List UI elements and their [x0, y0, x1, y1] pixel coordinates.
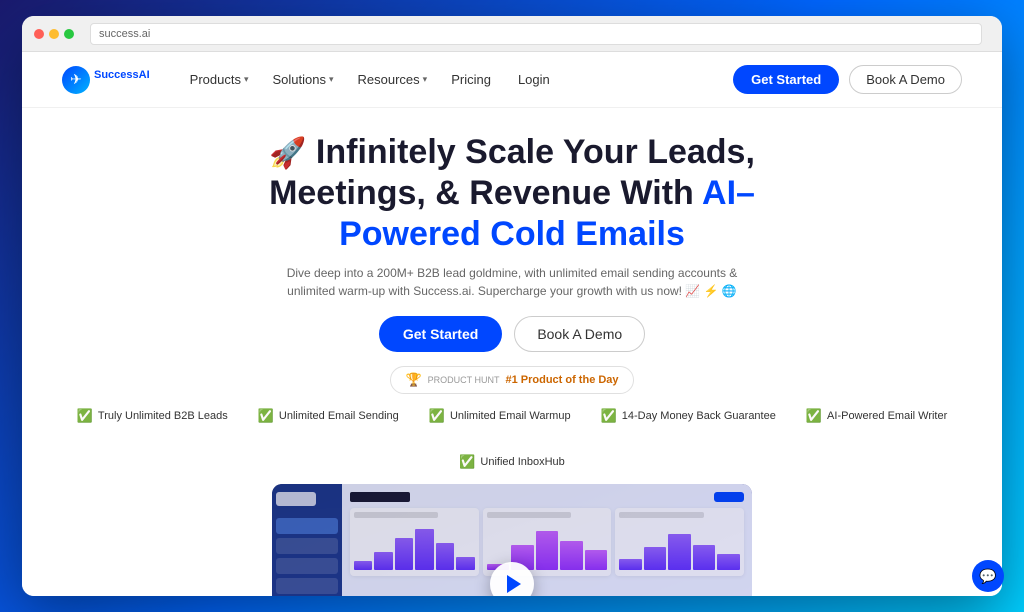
rocket-emoji: 🚀	[269, 137, 306, 170]
nav-products[interactable]: Products	[190, 72, 249, 87]
dash-page-title	[350, 492, 410, 502]
chat-bubble[interactable]: 💬	[972, 560, 1004, 592]
video-container[interactable]	[272, 484, 752, 596]
bar-9	[536, 531, 559, 570]
navbar: ✈ SuccessAI Products Solutions Resources…	[22, 52, 1002, 108]
product-hunt-label: #1 Product of the Day	[505, 374, 618, 386]
feature-4: ✅ 14-Day Money Back Guarantee	[601, 408, 776, 424]
check-icon-5: ✅	[806, 408, 822, 424]
check-icon-3: ✅	[429, 408, 445, 424]
hero-subtitle: Dive deep into a 200M+ B2B lead goldmine…	[282, 264, 742, 300]
feature-2: ✅ Unlimited Email Sending	[258, 408, 399, 424]
close-dot[interactable]	[34, 29, 44, 39]
bar-4	[415, 529, 433, 570]
play-icon	[507, 575, 521, 593]
hero-title-line1: Infinitely Scale Your Leads,	[316, 133, 755, 171]
page-content: ✈ SuccessAI Products Solutions Resources…	[22, 52, 1002, 596]
hero-section: 🚀 Infinitely Scale Your Leads, Meetings,…	[22, 108, 1002, 596]
dash-sidebar-item-2	[276, 558, 338, 574]
bar-14	[668, 534, 691, 571]
product-hunt-icon: 🏆	[405, 372, 421, 388]
bar-15	[693, 545, 716, 570]
dash-sidebar	[272, 484, 342, 596]
browser-chrome: success.ai	[22, 16, 1002, 52]
dash-card-title-1	[354, 512, 438, 518]
nav-book-demo-button[interactable]: Book A Demo	[849, 65, 962, 94]
url-bar[interactable]: success.ai	[90, 23, 982, 45]
feature-6: ✅ Unified InboxHub	[459, 454, 565, 470]
check-icon-2: ✅	[258, 408, 274, 424]
feature-3: ✅ Unlimited Email Warmup	[429, 408, 571, 424]
feature-label-6: Unified InboxHub	[480, 456, 564, 468]
nav-links: Products Solutions Resources Pricing Log…	[190, 72, 733, 87]
logo-icon: ✈	[62, 66, 90, 94]
dash-header	[350, 492, 744, 502]
dash-main	[342, 484, 752, 596]
bar-6	[456, 557, 474, 571]
feature-label-5: AI-Powered Email Writer	[827, 410, 947, 422]
feature-label-1: Truly Unlimited B2B Leads	[98, 410, 228, 422]
bar-5	[436, 543, 454, 571]
dash-action-btn	[714, 492, 744, 502]
nav-actions: Get Started Book A Demo	[733, 65, 962, 94]
hero-title-line2: Meetings, & Revenue With	[269, 174, 694, 212]
browser-dots	[34, 29, 74, 39]
bar-11	[585, 550, 608, 571]
features-row: ✅ Truly Unlimited B2B Leads ✅ Unlimited …	[62, 408, 962, 470]
dash-card-title-2	[487, 512, 571, 518]
hero-book-demo-button[interactable]: Book A Demo	[514, 316, 645, 352]
check-icon-6: ✅	[459, 454, 475, 470]
dash-card-1	[350, 508, 479, 576]
product-hunt-badge: 🏆 PRODUCT HUNT #1 Product of the Day	[390, 366, 633, 394]
check-icon-4: ✅	[601, 408, 617, 424]
bar-16	[717, 554, 740, 570]
check-icon-1: ✅	[77, 408, 93, 424]
dash-logo	[276, 492, 316, 506]
dash-chart-3	[619, 522, 740, 572]
nav-solutions[interactable]: Solutions	[273, 72, 334, 87]
feature-label-2: Unlimited Email Sending	[279, 410, 399, 422]
feature-1: ✅ Truly Unlimited B2B Leads	[77, 408, 228, 424]
hero-title: 🚀 Infinitely Scale Your Leads, Meetings,…	[202, 132, 822, 254]
dash-sidebar-item-3	[276, 578, 338, 594]
nav-pricing[interactable]: Pricing	[451, 72, 494, 87]
browser-window: success.ai ✈ SuccessAI Products Solution…	[22, 16, 1002, 596]
bar-10	[560, 541, 583, 571]
bar-1	[354, 561, 372, 570]
fullscreen-dot[interactable]	[64, 29, 74, 39]
dash-cards-row	[350, 508, 744, 576]
dash-sidebar-item-1	[276, 538, 338, 554]
feature-label-3: Unlimited Email Warmup	[450, 410, 571, 422]
url-text: success.ai	[99, 28, 150, 40]
dash-card-3	[615, 508, 744, 576]
nav-get-started-button[interactable]: Get Started	[733, 65, 839, 94]
bar-12	[619, 559, 642, 571]
hero-get-started-button[interactable]: Get Started	[379, 316, 502, 352]
logo[interactable]: ✈ SuccessAI	[62, 66, 150, 94]
nav-resources[interactable]: Resources	[358, 72, 428, 87]
nav-login[interactable]: Login	[518, 72, 553, 87]
dash-card-title-3	[619, 512, 703, 518]
dash-sidebar-campaigns	[276, 518, 338, 534]
feature-label-4: 14-Day Money Back Guarantee	[622, 410, 776, 422]
bar-3	[395, 538, 413, 570]
bar-13	[644, 547, 667, 570]
minimize-dot[interactable]	[49, 29, 59, 39]
dash-chart-1	[354, 522, 475, 572]
product-hunt-prefix: PRODUCT HUNT	[428, 375, 500, 385]
logo-text: SuccessAI	[94, 69, 150, 89]
chat-icon: 💬	[979, 568, 996, 585]
bar-2	[374, 552, 392, 570]
hero-buttons: Get Started Book A Demo	[379, 316, 645, 352]
feature-5: ✅ AI-Powered Email Writer	[806, 408, 947, 424]
